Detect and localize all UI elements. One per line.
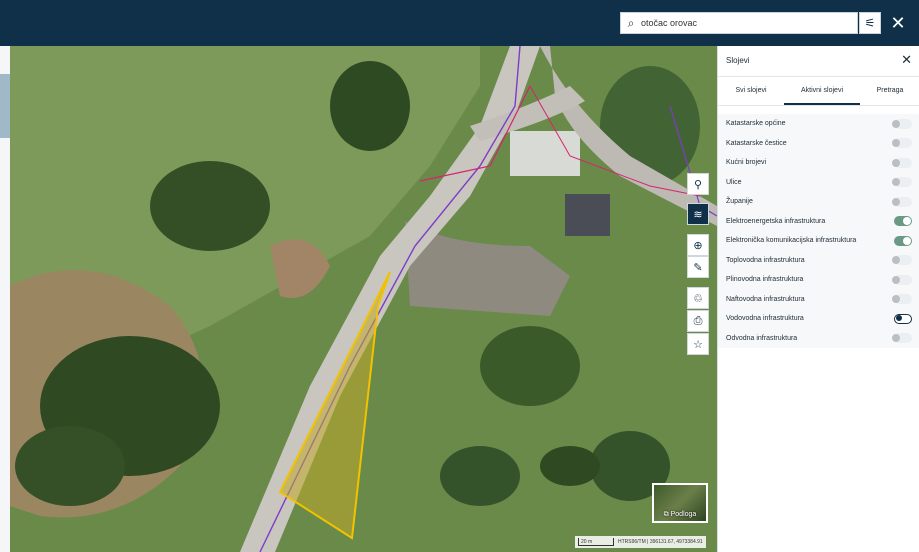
layer-item: Katastarske općine <box>718 114 919 134</box>
panel-title: Slojevi <box>726 56 750 65</box>
layer-item: Toplovodna infrastruktura <box>718 251 919 271</box>
layer-toggle[interactable] <box>892 274 912 285</box>
layer-item: Vodovodna infrastruktura <box>718 309 919 329</box>
zoom-search-icon: ⊕ <box>693 239 703 252</box>
close-icon: ✕ <box>901 52 912 67</box>
basemap-switch-button[interactable]: ⧉ Podloga <box>652 483 708 523</box>
tool-favorite-button[interactable]: ☆ <box>687 333 709 355</box>
layer-toggle[interactable] <box>892 157 912 168</box>
layer-toggle[interactable] <box>894 235 912 246</box>
scale-label: 20 m <box>578 538 614 546</box>
layer-label: Katastarske čestice <box>726 139 787 147</box>
tab-all-layers[interactable]: Svi slojevi <box>718 77 784 105</box>
tab-search[interactable]: Pretraga <box>860 77 919 105</box>
layer-label: Naftovodna infrastruktura <box>726 295 805 303</box>
layers-panel: Slojevi ✕ Svi slojevi Aktivni slojevi Pr… <box>717 46 919 552</box>
layer-item: Odvodna infrastruktura <box>718 329 919 349</box>
left-panel-highlight <box>0 74 10 138</box>
layer-item: Naftovodna infrastruktura <box>718 290 919 310</box>
layer-label: Toplovodna infrastruktura <box>726 256 805 264</box>
layer-item: Elektronička komunikacijska infrastruktu… <box>718 231 919 251</box>
close-icon: ✕ <box>890 12 906 33</box>
layer-label: Kućni brojevi <box>726 159 767 167</box>
layer-toggle[interactable] <box>892 333 912 344</box>
layer-toggle[interactable] <box>892 138 912 149</box>
tool-location-button[interactable]: ⚲ <box>687 173 709 195</box>
layer-toggle[interactable] <box>892 196 912 207</box>
aerial-image <box>10 46 717 552</box>
layer-toggle[interactable] <box>892 294 912 305</box>
recycle-icon: ♲ <box>693 292 703 305</box>
filter-icon: ⚟ <box>864 16 876 30</box>
layer-item: Županije <box>718 192 919 212</box>
tool-layers-button[interactable]: ≋ <box>687 203 709 225</box>
search-icon: ⌕ <box>627 15 635 30</box>
layer-label: Vodovodna infrastruktura <box>726 315 804 323</box>
layer-item: Plinovodna infrastruktura <box>718 270 919 290</box>
tool-measure-button[interactable]: ✎ <box>687 256 709 278</box>
layer-toggle[interactable] <box>892 118 912 129</box>
map-view[interactable]: ⚲ ≋ ⊕ ✎ ♲ ⎙ ☆ <box>10 46 717 552</box>
layer-label: Elektroenergetska infrastruktura <box>726 217 826 225</box>
layer-item: Katastarske čestice <box>718 134 919 154</box>
layer-label: Ulice <box>726 178 742 186</box>
tool-zoom-search-button[interactable]: ⊕ <box>687 234 709 256</box>
close-button[interactable]: ✕ <box>887 12 909 34</box>
tool-print-button[interactable]: ⎙ <box>687 310 709 332</box>
search-input[interactable] <box>641 18 841 28</box>
top-bar: ⌕ ⚟ ✕ <box>0 0 919 46</box>
print-icon: ⎙ <box>693 314 703 327</box>
panel-header: Slojevi ✕ <box>718 46 919 77</box>
layer-toggle[interactable] <box>892 255 912 266</box>
scale-bar: 20 m HTRS96/TM | 396131.67, 4973384.91 <box>575 536 706 548</box>
filter-button[interactable]: ⚟ <box>859 12 881 34</box>
location-pin-icon: ⚲ <box>693 178 703 191</box>
ruler-icon: ✎ <box>693 261 703 274</box>
panel-close-button[interactable]: ✕ <box>901 52 912 68</box>
search-box[interactable]: ⌕ <box>620 12 858 34</box>
layer-item: Kućni brojevi <box>718 153 919 173</box>
layer-label: Plinovodna infrastruktura <box>726 276 804 284</box>
layer-label: Županije <box>726 198 753 206</box>
layer-label: Odvodna infrastruktura <box>726 334 798 342</box>
layer-toggle[interactable] <box>892 177 912 188</box>
layer-label: Katastarske općine <box>726 120 786 128</box>
tool-recycle-button[interactable]: ♲ <box>687 287 709 309</box>
layer-item: Elektroenergetska infrastruktura <box>718 212 919 232</box>
coordinates-readout: HTRS96/TM | 396131.67, 4973384.91 <box>618 539 703 545</box>
layer-item: Ulice <box>718 173 919 193</box>
layer-list: Katastarske općine Katastarske čestice K… <box>718 114 919 348</box>
layer-label: Elektronička komunikacijska infrastruktu… <box>726 237 857 245</box>
panel-tabs: Svi slojevi Aktivni slojevi Pretraga <box>718 77 919 106</box>
star-icon: ☆ <box>693 338 703 351</box>
tab-active-layers[interactable]: Aktivni slojevi <box>784 77 860 105</box>
layers-icon: ≋ <box>693 208 703 221</box>
basemap-label: ⧉ Podloga <box>663 511 697 518</box>
layer-toggle[interactable] <box>894 313 912 324</box>
layer-toggle[interactable] <box>894 216 912 227</box>
